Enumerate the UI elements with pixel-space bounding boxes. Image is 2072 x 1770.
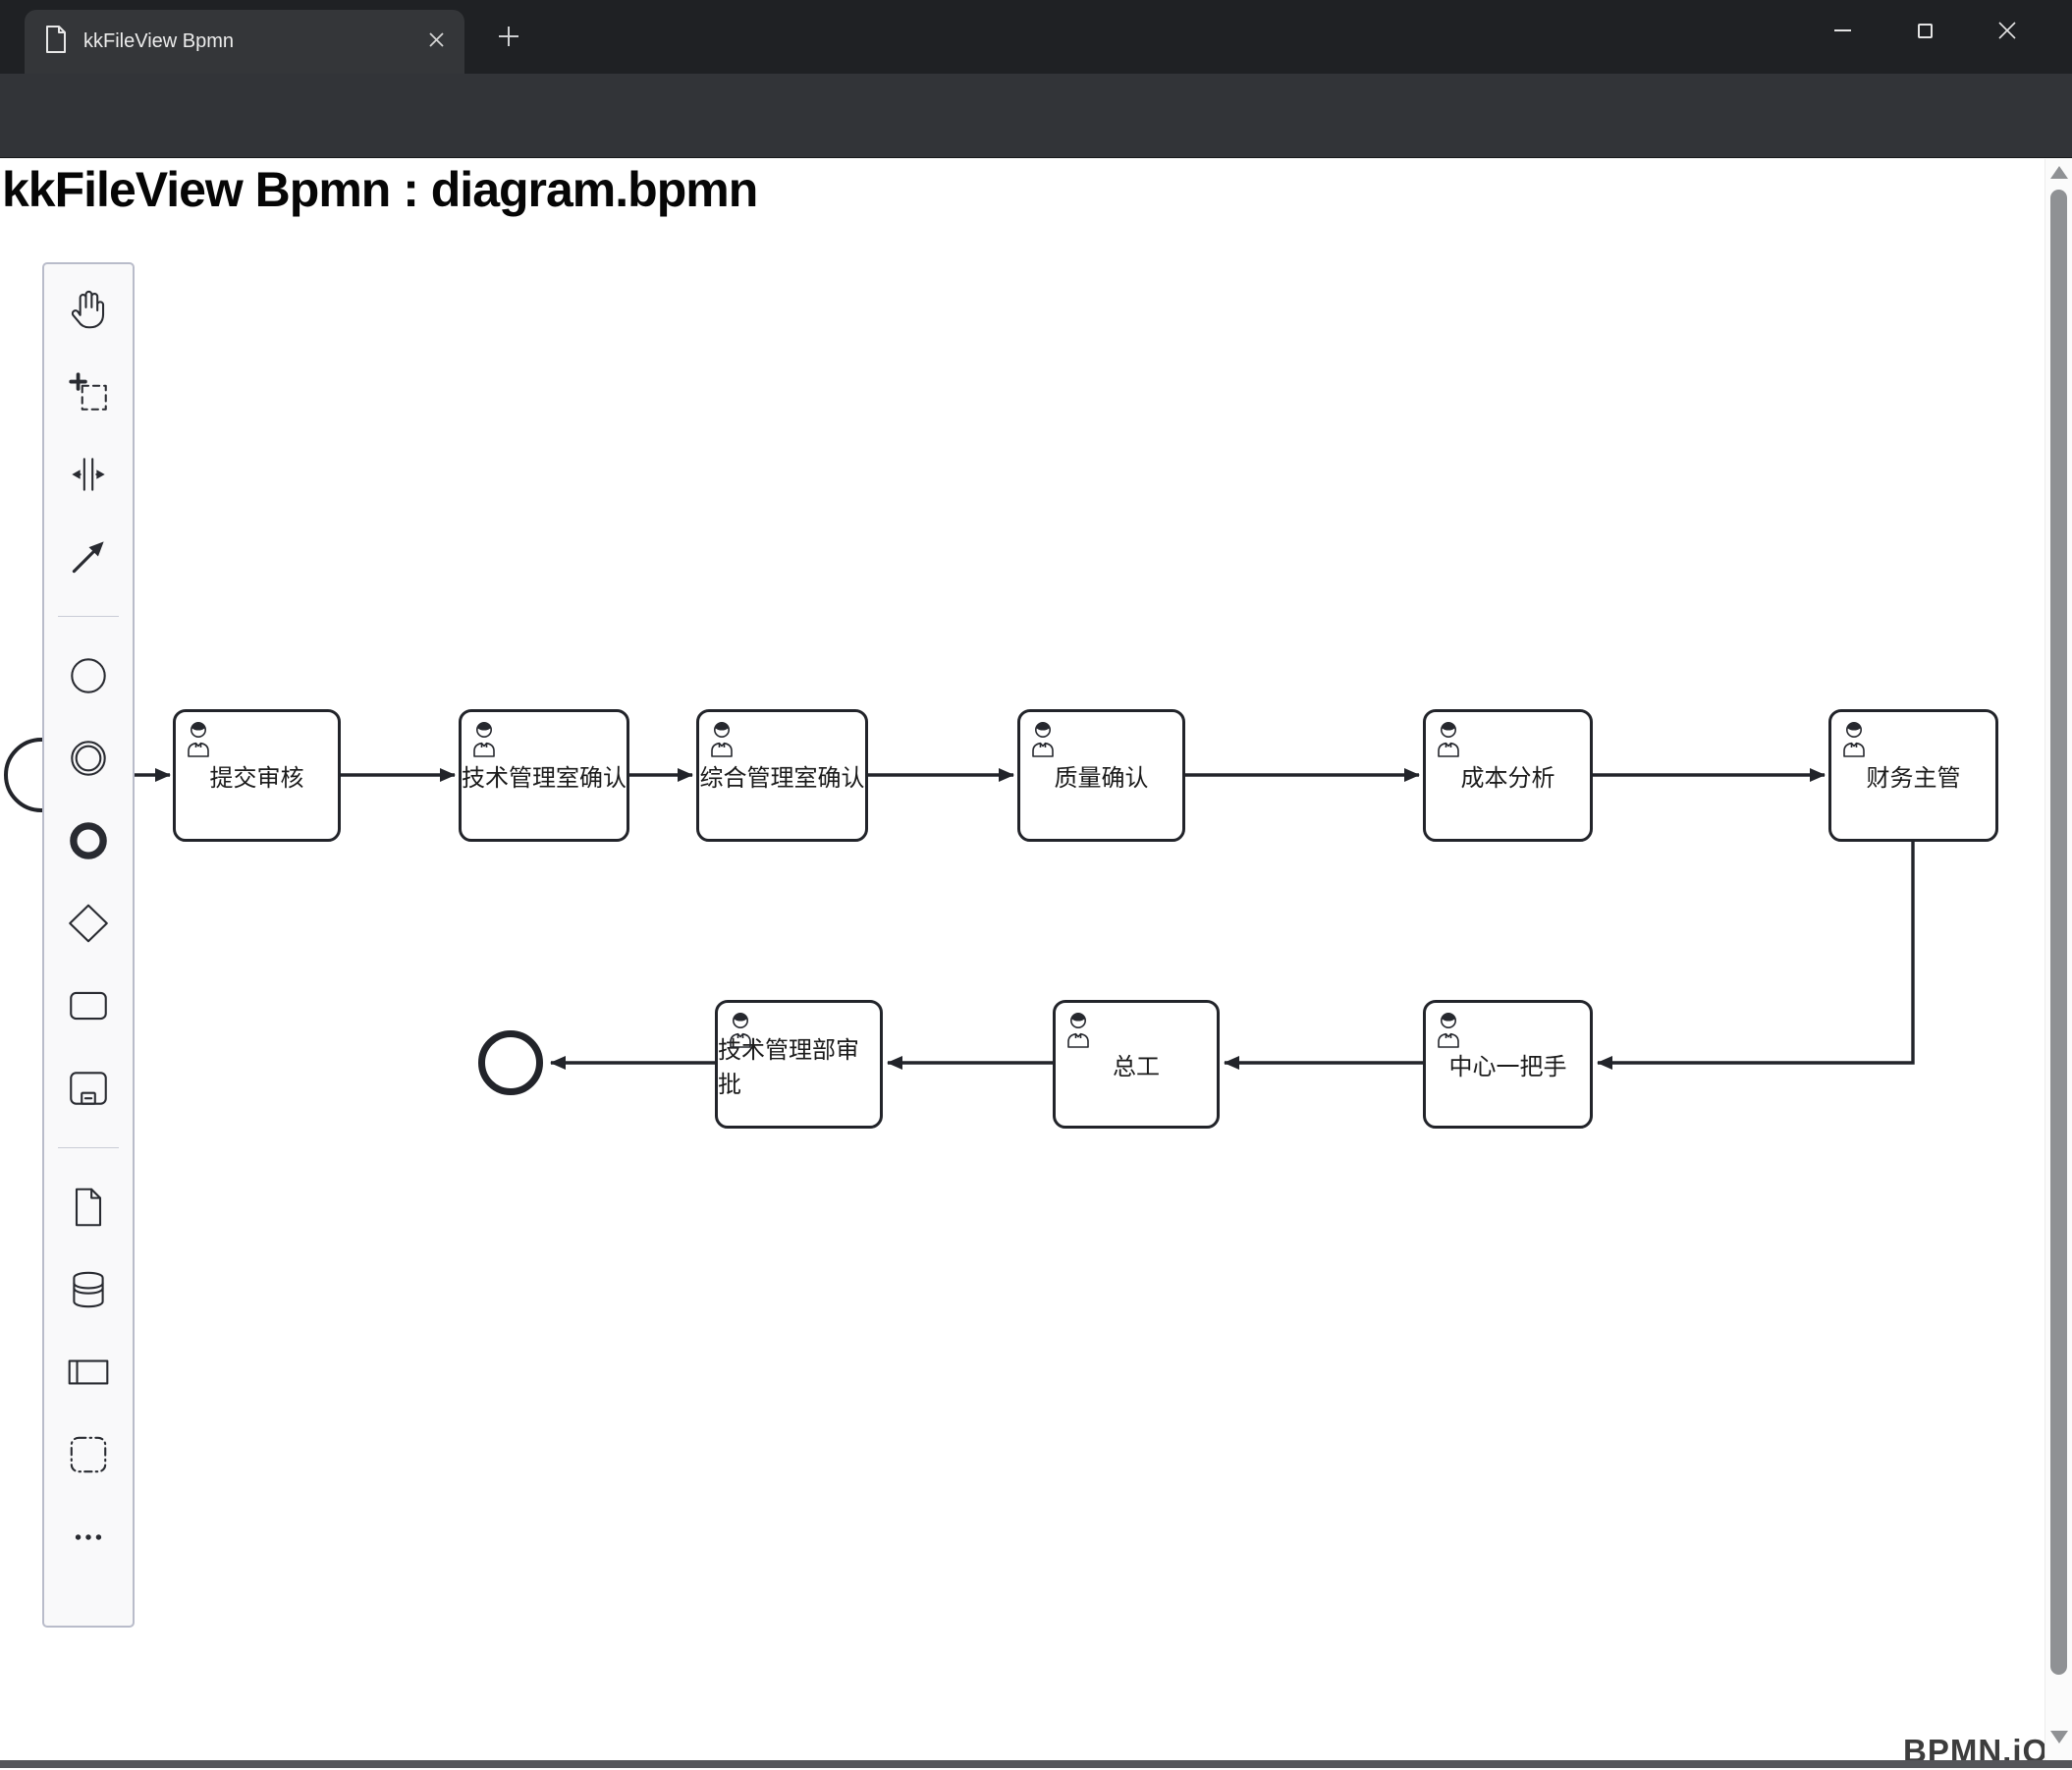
bpmn-palette bbox=[42, 262, 135, 1628]
user-task-icon bbox=[730, 1013, 751, 1048]
user-task-icon bbox=[711, 722, 733, 757]
create-end-event-icon[interactable] bbox=[65, 817, 112, 864]
hand-tool-icon[interactable] bbox=[65, 286, 112, 333]
create-task-icon[interactable] bbox=[65, 982, 112, 1029]
bottom-edge-bar bbox=[0, 1760, 2072, 1768]
window-maximize-button[interactable] bbox=[1883, 0, 1966, 61]
create-group-icon[interactable] bbox=[65, 1431, 112, 1478]
task-node[interactable]: 财务主管 bbox=[1828, 709, 1998, 842]
user-task-icon bbox=[1843, 722, 1865, 757]
task-label: 综合管理室确认 bbox=[699, 766, 865, 792]
browser-toolbar: https:// file.kkview.cn /onlinePreview?u… bbox=[0, 74, 2072, 219]
browser-titlebar: kkFileView Bpmn bbox=[0, 0, 2072, 74]
create-start-event-icon[interactable] bbox=[65, 652, 112, 699]
space-tool-icon[interactable] bbox=[65, 451, 112, 498]
task-node[interactable]: 技术管理室确认 bbox=[459, 709, 629, 842]
scrollbar-thumb[interactable] bbox=[2050, 190, 2067, 1675]
global-connect-tool-icon[interactable] bbox=[65, 533, 112, 581]
user-task-icon bbox=[1067, 1013, 1089, 1048]
new-tab-button[interactable] bbox=[496, 24, 521, 54]
task-node[interactable]: 中心一把手 bbox=[1423, 1000, 1593, 1129]
window-close-button[interactable] bbox=[1966, 0, 2048, 61]
palette-separator bbox=[58, 616, 119, 617]
task-label: 财务主管 bbox=[1866, 766, 1961, 792]
user-task-icon bbox=[1438, 1013, 1459, 1048]
task-node[interactable]: 质量确认 bbox=[1017, 709, 1185, 842]
tab-close-icon[interactable] bbox=[428, 31, 445, 53]
task-label: 提交审核 bbox=[209, 766, 304, 792]
task-node[interactable]: 总工 bbox=[1053, 1000, 1220, 1129]
create-participant-icon[interactable] bbox=[65, 1349, 112, 1396]
create-intermediate-event-icon[interactable] bbox=[65, 735, 112, 782]
user-task-icon bbox=[473, 722, 495, 757]
scroll-down-arrow-icon[interactable] bbox=[2050, 1731, 2068, 1743]
task-label: 成本分析 bbox=[1460, 766, 1555, 792]
user-task-icon bbox=[1032, 722, 1054, 757]
task-node[interactable]: 技术管理部审批 bbox=[715, 1000, 883, 1129]
task-label: 质量确认 bbox=[1054, 766, 1149, 792]
create-data-object-icon[interactable] bbox=[65, 1184, 112, 1231]
scroll-up-arrow-icon[interactable] bbox=[2050, 166, 2068, 179]
document-icon bbox=[44, 25, 68, 59]
window-minimize-button[interactable] bbox=[1801, 0, 1883, 61]
create-gateway-icon[interactable] bbox=[65, 900, 112, 947]
browser-tab[interactable]: kkFileView Bpmn bbox=[25, 10, 464, 74]
palette-more-icon[interactable] bbox=[65, 1514, 112, 1561]
vertical-scrollbar[interactable] bbox=[2045, 159, 2072, 1768]
task-label: 总工 bbox=[1113, 1055, 1160, 1080]
user-task-icon bbox=[188, 722, 209, 757]
viewer-page: kkFileView Bpmn : diagram.bpmn 提交审核 技术管理… bbox=[0, 159, 2072, 1769]
end-event[interactable] bbox=[478, 1030, 543, 1095]
create-data-store-icon[interactable] bbox=[65, 1266, 112, 1313]
task-node[interactable]: 综合管理室确认 bbox=[696, 709, 868, 842]
create-subprocess-icon[interactable] bbox=[65, 1065, 112, 1112]
task-label: 技术管理室确认 bbox=[462, 766, 627, 792]
lasso-tool-icon[interactable] bbox=[65, 368, 112, 415]
palette-separator bbox=[58, 1147, 119, 1148]
bpmn-connections bbox=[118, 768, 1915, 1070]
task-node[interactable]: 成本分析 bbox=[1423, 709, 1593, 842]
user-task-icon bbox=[1438, 722, 1459, 757]
task-node[interactable]: 提交审核 bbox=[173, 709, 341, 842]
tab-title: kkFileView Bpmn bbox=[83, 30, 235, 52]
task-label: 中心一把手 bbox=[1448, 1055, 1567, 1080]
